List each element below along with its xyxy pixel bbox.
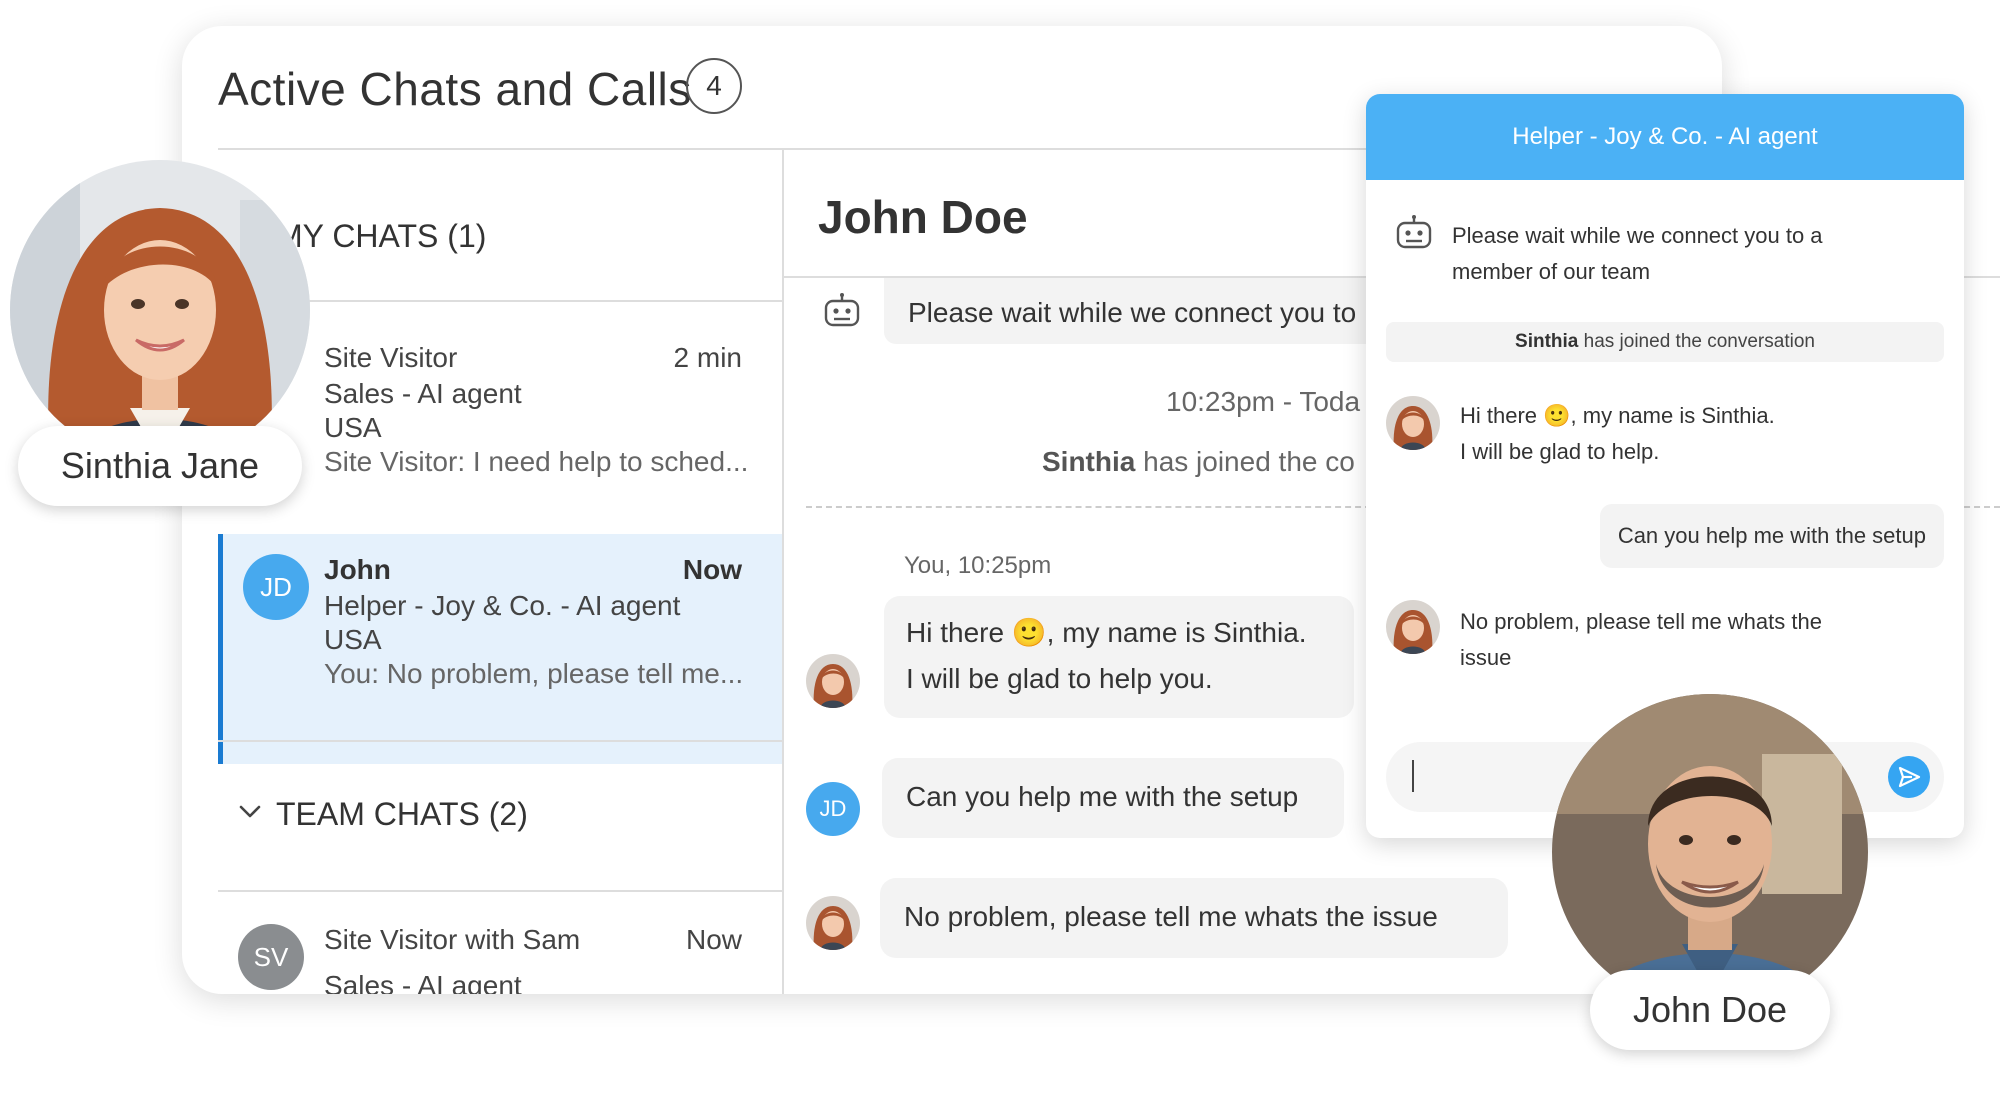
chat-time: Now bbox=[685, 924, 742, 955]
message-line: I will be glad to help. bbox=[1460, 439, 1660, 464]
team-chats-label: TEAM CHATS (2) bbox=[276, 796, 528, 832]
joined-agent-name: Sinthia bbox=[1515, 331, 1579, 352]
message-line: Hi there 🙂, my name is Sinthia. bbox=[906, 617, 1307, 648]
my-chats-label: MY CHATS (1) bbox=[276, 218, 487, 254]
agent-avatar bbox=[806, 654, 860, 708]
avatar: SV bbox=[238, 924, 304, 990]
widget-agent-message: Hi there 🙂, my name is Sinthia. I will b… bbox=[1460, 398, 1775, 470]
bot-message-text: Please wait while we connect you to bbox=[908, 297, 1357, 328]
team-chats-header[interactable]: TEAM CHATS (2) bbox=[218, 740, 782, 892]
joined-notice: Sinthia has joined the co bbox=[1042, 446, 1355, 478]
message-meta: You, 10:25pm bbox=[904, 552, 1052, 579]
agent-name-tag: Sinthia Jane bbox=[18, 426, 302, 506]
send-icon bbox=[1898, 766, 1921, 788]
chat-name: John bbox=[324, 554, 391, 585]
message-line: Hi there 🙂, my name is Sinthia. bbox=[1460, 403, 1775, 428]
chat-group: Sales - AI agent bbox=[324, 378, 522, 409]
agent-portrait bbox=[10, 160, 310, 460]
message-line: No problem, please tell me whats the bbox=[1460, 609, 1822, 634]
message-line: Please wait while we connect you to a bbox=[1452, 223, 1823, 248]
robot-icon bbox=[1396, 215, 1432, 249]
agent-message-bubble: No problem, please tell me whats the iss… bbox=[880, 878, 1508, 958]
bot-message-bubble: Please wait while we connect you to bbox=[884, 278, 1384, 344]
page-title: Active Chats and Calls bbox=[218, 63, 692, 115]
agent-avatar bbox=[806, 896, 860, 950]
chat-group: Helper - Joy & Co. - AI agent bbox=[324, 590, 681, 621]
robot-icon bbox=[824, 293, 860, 327]
send-button[interactable] bbox=[1888, 756, 1930, 798]
avatar: JD bbox=[243, 554, 309, 620]
chat-group: Sales - AI agent bbox=[324, 970, 522, 994]
chat-time: Now bbox=[682, 554, 742, 585]
chat-country: USA bbox=[324, 412, 382, 443]
widget-bot-message: Please wait while we connect you to a me… bbox=[1452, 218, 1823, 290]
chat-list-item[interactable]: SV Site Visitor with Sam Now Sales - AI … bbox=[218, 894, 782, 994]
text-caret bbox=[1412, 760, 1414, 792]
chat-name: Site Visitor with Sam bbox=[324, 924, 581, 955]
chat-name: Site Visitor bbox=[324, 342, 458, 373]
conversation-title: John Doe bbox=[818, 191, 1028, 243]
chevron-down-icon[interactable] bbox=[236, 798, 264, 826]
active-count-badge: 4 bbox=[686, 58, 742, 114]
agent-avatar bbox=[1386, 396, 1440, 450]
joined-text: has joined the co bbox=[1135, 446, 1355, 477]
message-line: I will be glad to help you. bbox=[906, 663, 1213, 694]
chat-preview: You: No problem, please tell me... bbox=[324, 658, 744, 689]
visitor-message-bubble: Can you help me with the setup bbox=[882, 758, 1344, 838]
agent-message-bubble: Hi there 🙂, my name is Sinthia. I will b… bbox=[884, 596, 1354, 718]
message-text: Can you help me with the setup bbox=[1617, 523, 1926, 548]
time-divider: 10:23pm - Toda bbox=[1166, 386, 1361, 417]
chat-country: USA bbox=[324, 624, 382, 655]
joined-agent-name: Sinthia bbox=[1042, 446, 1136, 477]
chat-list-item-selected[interactable]: JD John Now Helper - Joy & Co. - AI agen… bbox=[218, 534, 782, 764]
widget-joined-notice: Sinthia has joined the conversation bbox=[1386, 322, 1944, 362]
joined-text: has joined the conversation bbox=[1578, 331, 1815, 352]
column-divider bbox=[782, 148, 784, 994]
agent-avatar bbox=[1386, 600, 1440, 654]
widget-header: Helper - Joy & Co. - AI agent bbox=[1366, 94, 1964, 180]
message-text: No problem, please tell me whats the iss… bbox=[904, 901, 1438, 932]
chat-preview: Site Visitor: I need help to sched... bbox=[324, 446, 749, 477]
message-line: issue bbox=[1460, 645, 1512, 670]
visitor-name-tag: John Doe bbox=[1590, 970, 1830, 1050]
chat-time: 2 min bbox=[673, 342, 742, 373]
visitor-avatar: JD bbox=[806, 782, 860, 836]
message-text: Can you help me with the setup bbox=[906, 781, 1299, 812]
message-line: member of our team bbox=[1452, 259, 1651, 284]
widget-visitor-message: Can you help me with the setup bbox=[1599, 504, 1944, 568]
visitor-portrait bbox=[1552, 694, 1868, 1010]
widget-agent-message: No problem, please tell me whats the iss… bbox=[1460, 604, 1822, 676]
